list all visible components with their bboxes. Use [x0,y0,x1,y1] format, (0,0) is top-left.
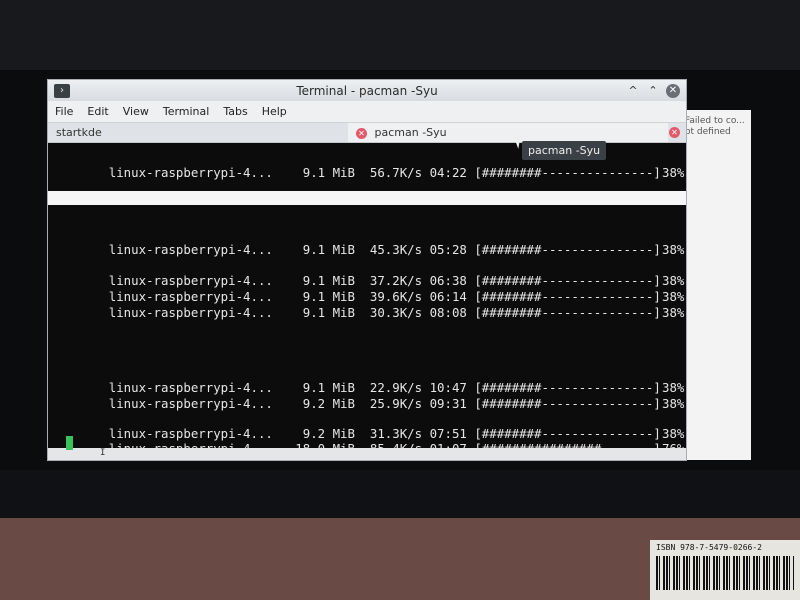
menu-view[interactable]: View [116,105,156,118]
download-eta: 09:31 [429,396,467,411]
download-eta: 04:22 [429,165,467,180]
download-size: 9.1 MiB [302,305,355,320]
download-eta: 08:08 [429,305,467,320]
download-rate: 25.9K/s [369,396,423,411]
minimize-icon[interactable]: ⌃ [646,84,660,98]
barcode-sticker: ISBN 978-7-5479-0266-2 [650,540,800,600]
progress-percent: 38% [662,380,685,395]
progress-percent: 38% [662,305,685,320]
terminal-output[interactable]: linux-raspberrypi-4... 9.1 MiB 56.7K/s 0… [48,143,686,456]
download-rate: 45.3K/s [369,242,423,257]
title-bar[interactable]: › Terminal - pacman -Syu ^ ⌃ ✕ [48,80,686,101]
prompt-bar[interactable]: I [48,436,686,460]
window-controls: ^ ⌃ ✕ [626,83,680,98]
menu-tabs[interactable]: Tabs [216,105,254,118]
progress-percent: 38% [662,273,685,288]
download-eta: 05:28 [429,242,467,257]
progress-percent: 38% [662,426,685,441]
progress-percent: 38% [662,242,685,257]
tab-bar: startkde ✕ pacman -Syu ✕ [48,123,686,143]
menu-help[interactable]: Help [255,105,294,118]
monitor-edge [0,470,800,520]
tab-startkde[interactable]: startkde [48,123,348,142]
window-title: Terminal - pacman -Syu [296,83,438,98]
menu-edit[interactable]: Edit [80,105,115,118]
package-name: linux-raspberrypi-4... [108,305,273,320]
terminal-cursor [66,436,73,450]
menu-bar: File Edit View Terminal Tabs Help [48,101,686,123]
menu-terminal[interactable]: Terminal [156,105,217,118]
tab-close-icon[interactable]: ✕ [356,128,367,139]
download-line: linux-raspberrypi-4... 9.1 MiB 30.3K/s 0… [64,290,685,335]
download-size: 9.2 MiB [302,396,355,411]
terminal-window[interactable]: › Terminal - pacman -Syu ^ ⌃ ✕ File Edit… [47,79,687,461]
progress-bar: [########---------------] [474,242,661,257]
package-name: linux-raspberrypi-4... [108,242,273,257]
barcode-bars [656,556,794,590]
download-rate: 56.7K/s [369,165,423,180]
background-window-text: Failed to co... ot defined [685,116,745,137]
tab-pacman-label: pacman -Syu [374,126,447,139]
progress-percent: 38% [662,165,685,180]
progress-percent: 38% [662,289,685,304]
close-window-icon[interactable]: ✕ [666,83,680,98]
monitor-bezel [0,0,800,70]
close-tab-icon[interactable]: ✕ [669,127,680,138]
download-rate: 30.3K/s [369,305,423,320]
tab-tooltip: pacman -Syu [522,141,607,160]
background-window[interactable]: Failed to co... ot defined [680,110,751,460]
progress-bar: [########---------------] [474,305,661,320]
isbn-text: ISBN 978-7-5479-0266-2 [656,543,762,552]
progress-bar: [########---------------] [474,165,661,180]
tab-pacman[interactable]: ✕ pacman -Syu [348,123,668,142]
download-size: 9.1 MiB [302,165,355,180]
tab-startkde-label: startkde [56,126,102,139]
ibeam-icon: I [100,448,106,458]
selection-band [48,191,686,205]
package-name: linux-raspberrypi-4... [108,396,273,411]
progress-bar: [########---------------] [474,396,661,411]
package-name: linux-raspberrypi-4... [108,165,273,180]
keep-above-icon[interactable]: ^ [626,84,640,98]
menu-file[interactable]: File [48,105,80,118]
terminal-app-icon[interactable]: › [54,83,70,98]
progress-percent: 38% [662,396,685,411]
download-size: 9.1 MiB [302,242,355,257]
